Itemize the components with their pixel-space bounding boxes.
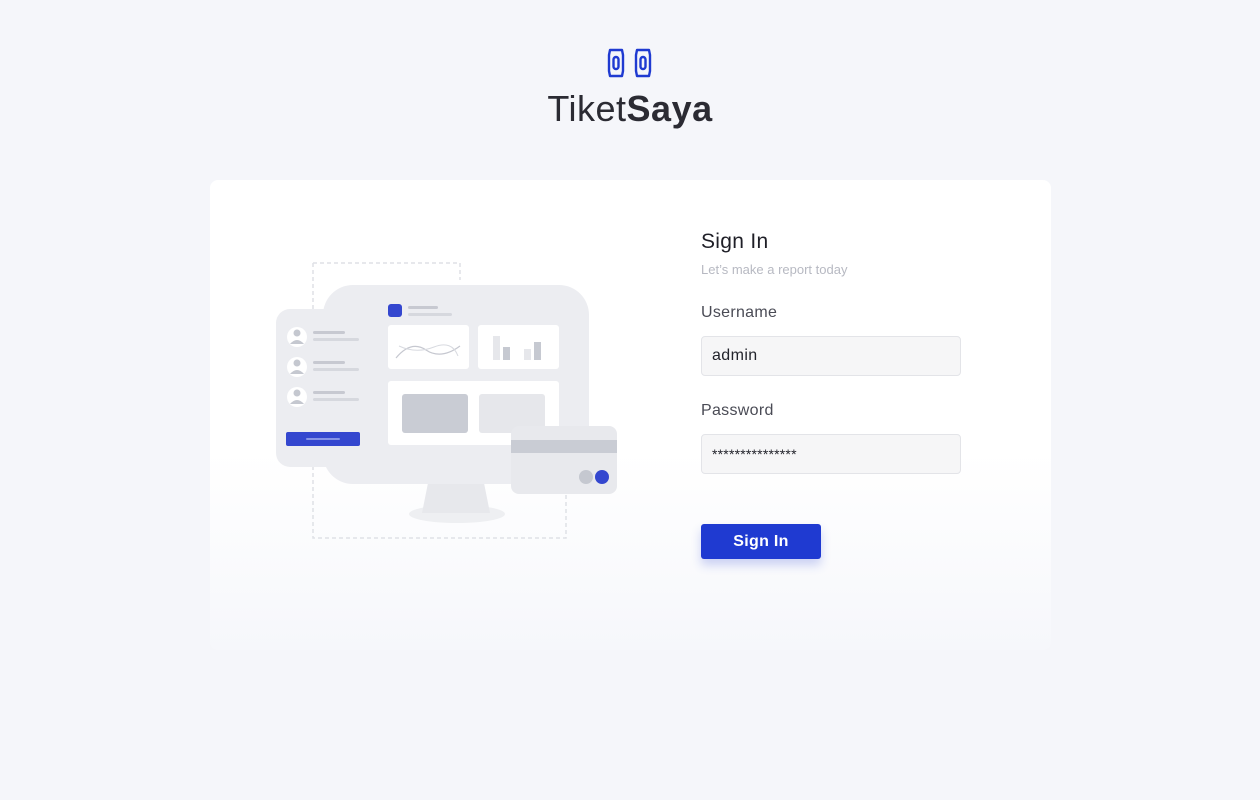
signin-title: Sign In [701, 230, 769, 253]
signin-subtitle: Let’s make a report today [701, 262, 848, 277]
signin-form: Sign In Let’s make a report today Userna… [701, 230, 963, 559]
brand-name-light: Tiket [547, 88, 627, 129]
ticket-pair-icon [607, 48, 652, 78]
brand-logo: TiketSaya [0, 46, 1260, 130]
password-input[interactable]: *************** [701, 434, 961, 474]
brand-name: TiketSaya [0, 88, 1260, 130]
signin-button[interactable]: Sign In [701, 524, 821, 559]
password-label: Password [701, 402, 774, 419]
dashboard-illustration [276, 262, 617, 539]
signin-card: Sign In Let’s make a report today Userna… [210, 180, 1051, 650]
username-input[interactable]: admin [701, 336, 961, 376]
brand-name-bold: Saya [626, 88, 713, 129]
username-label: Username [701, 304, 778, 321]
